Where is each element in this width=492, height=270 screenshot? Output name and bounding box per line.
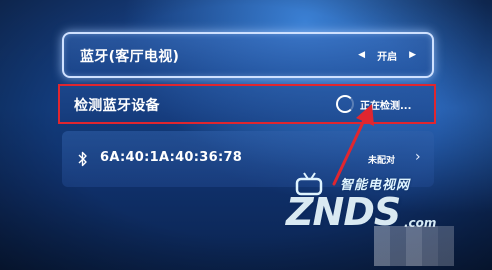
chevron-right-icon: › bbox=[415, 149, 421, 165]
device-address: 6A:40:1A:40:36:78 bbox=[100, 150, 243, 165]
triangle-right-icon[interactable]: ▶ bbox=[409, 47, 416, 63]
bluetooth-value-selector[interactable]: ◀ 开启 ▶ bbox=[358, 47, 416, 63]
bluetooth-icon bbox=[78, 151, 87, 167]
bluetooth-toggle-row[interactable]: 蓝牙(客厅电视) ◀ 开启 ▶ bbox=[62, 32, 434, 78]
pixelated-corner bbox=[374, 226, 454, 266]
scan-devices-label: 检测蓝牙设备 bbox=[74, 98, 160, 114]
bluetooth-value: 开启 bbox=[377, 51, 398, 63]
bluetooth-label: 蓝牙(客厅电视) bbox=[80, 49, 180, 65]
triangle-left-icon[interactable]: ◀ bbox=[358, 47, 365, 63]
